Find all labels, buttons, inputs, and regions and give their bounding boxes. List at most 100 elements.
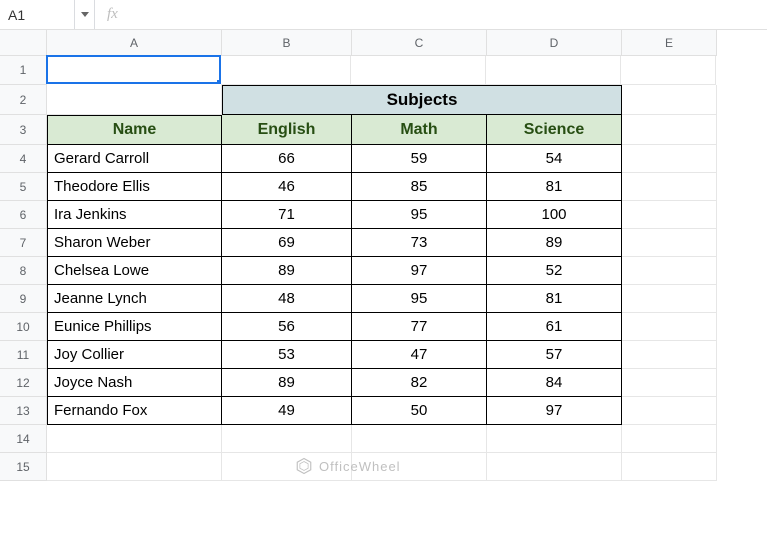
table-row[interactable]: 81 — [487, 173, 622, 201]
table-row[interactable]: Gerard Carroll — [47, 145, 222, 173]
row-header-4[interactable]: 4 — [0, 145, 47, 173]
row-header-8[interactable]: 8 — [0, 257, 47, 285]
row-header-3[interactable]: 3 — [0, 115, 47, 145]
table-row[interactable]: 49 — [222, 397, 352, 425]
table-row[interactable]: 52 — [487, 257, 622, 285]
select-all-corner[interactable] — [0, 30, 47, 56]
table-row[interactable]: 46 — [222, 173, 352, 201]
row-header-14[interactable]: 14 — [0, 425, 47, 453]
row-header-13[interactable]: 13 — [0, 397, 47, 425]
table-row[interactable]: 50 — [352, 397, 487, 425]
cell-E8[interactable] — [622, 257, 717, 285]
cell-D14[interactable] — [487, 425, 622, 453]
cell-C1[interactable] — [351, 56, 486, 85]
table-row[interactable]: 82 — [352, 369, 487, 397]
row-header-7[interactable]: 7 — [0, 229, 47, 257]
table-row[interactable]: 95 — [352, 285, 487, 313]
table-row[interactable]: Joyce Nash — [47, 369, 222, 397]
watermark-text: OfficeWheel — [319, 459, 401, 474]
table-row[interactable]: 47 — [352, 341, 487, 369]
table-row[interactable]: 89 — [487, 229, 622, 257]
col-header-E[interactable]: E — [622, 30, 717, 56]
cell-A14[interactable] — [47, 425, 222, 453]
table-row[interactable]: Sharon Weber — [47, 229, 222, 257]
table-row[interactable]: Theodore Ellis — [47, 173, 222, 201]
cell-E1[interactable] — [621, 56, 716, 85]
table-row[interactable]: 53 — [222, 341, 352, 369]
row-header-2[interactable]: 2 — [0, 85, 47, 115]
table-row[interactable]: 59 — [352, 145, 487, 173]
table-row[interactable]: Jeanne Lynch — [47, 285, 222, 313]
row-headers: 1 2 3 4 5 6 7 8 9 10 11 12 13 14 15 — [0, 56, 47, 481]
selection-fill-handle[interactable] — [216, 79, 221, 84]
col-header-A[interactable]: A — [47, 30, 222, 56]
table-row[interactable]: 71 — [222, 201, 352, 229]
table-row[interactable]: 100 — [487, 201, 622, 229]
row-header-11[interactable]: 11 — [0, 341, 47, 369]
table-row[interactable]: 66 — [222, 145, 352, 173]
cell-E2[interactable] — [622, 85, 717, 115]
table-row[interactable]: 77 — [352, 313, 487, 341]
cell-A1-selected[interactable] — [46, 55, 221, 84]
chevron-down-icon — [81, 12, 89, 17]
row-header-15[interactable]: 15 — [0, 453, 47, 481]
header-english[interactable]: English — [222, 115, 352, 145]
table-row[interactable]: Ira Jenkins — [47, 201, 222, 229]
table-row[interactable]: 97 — [487, 397, 622, 425]
row-header-9[interactable]: 9 — [0, 285, 47, 313]
cell-E3[interactable] — [622, 115, 717, 145]
cell-E7[interactable] — [622, 229, 717, 257]
cell-B14[interactable] — [222, 425, 352, 453]
formula-input[interactable] — [130, 0, 767, 29]
name-box[interactable]: A1 — [0, 0, 75, 29]
table-row[interactable]: 48 — [222, 285, 352, 313]
row-header-12[interactable]: 12 — [0, 369, 47, 397]
cell-E13[interactable] — [622, 397, 717, 425]
formula-bar: A1 fx — [0, 0, 767, 30]
table-row[interactable]: 89 — [222, 369, 352, 397]
cell-E9[interactable] — [622, 285, 717, 313]
cell-E5[interactable] — [622, 173, 717, 201]
table-row[interactable]: 84 — [487, 369, 622, 397]
header-science[interactable]: Science — [487, 115, 622, 145]
row-header-5[interactable]: 5 — [0, 173, 47, 201]
cell-E6[interactable] — [622, 201, 717, 229]
table-row[interactable]: Fernando Fox — [47, 397, 222, 425]
table-row[interactable]: 85 — [352, 173, 487, 201]
cell-C14[interactable] — [352, 425, 487, 453]
table-row[interactable]: 54 — [487, 145, 622, 173]
table-row[interactable]: 97 — [352, 257, 487, 285]
cell-E11[interactable] — [622, 341, 717, 369]
cell-subjects-merged[interactable]: Subjects — [222, 85, 622, 115]
cell-E4[interactable] — [622, 145, 717, 173]
cell-D1[interactable] — [486, 56, 621, 85]
header-name[interactable]: Name — [47, 115, 222, 145]
cell-B1[interactable] — [221, 56, 351, 85]
table-row[interactable]: 95 — [352, 201, 487, 229]
row-header-6[interactable]: 6 — [0, 201, 47, 229]
table-row[interactable]: 89 — [222, 257, 352, 285]
table-row[interactable]: 57 — [487, 341, 622, 369]
table-row[interactable]: 56 — [222, 313, 352, 341]
cell-E10[interactable] — [622, 313, 717, 341]
table-row[interactable]: Eunice Phillips — [47, 313, 222, 341]
col-header-B[interactable]: B — [222, 30, 352, 56]
col-header-C[interactable]: C — [352, 30, 487, 56]
table-row[interactable]: 69 — [222, 229, 352, 257]
cell-E15[interactable] — [622, 453, 717, 481]
col-header-D[interactable]: D — [487, 30, 622, 56]
row-header-10[interactable]: 10 — [0, 313, 47, 341]
cell-A2[interactable] — [47, 85, 222, 115]
row-header-1[interactable]: 1 — [0, 56, 47, 85]
cell-D15[interactable] — [487, 453, 622, 481]
table-row[interactable]: Chelsea Lowe — [47, 257, 222, 285]
table-row[interactable]: 81 — [487, 285, 622, 313]
header-math[interactable]: Math — [352, 115, 487, 145]
table-row[interactable]: Joy Collier — [47, 341, 222, 369]
cell-E14[interactable] — [622, 425, 717, 453]
table-row[interactable]: 73 — [352, 229, 487, 257]
cell-A15[interactable] — [47, 453, 222, 481]
name-box-dropdown[interactable] — [75, 0, 95, 29]
table-row[interactable]: 61 — [487, 313, 622, 341]
cell-E12[interactable] — [622, 369, 717, 397]
